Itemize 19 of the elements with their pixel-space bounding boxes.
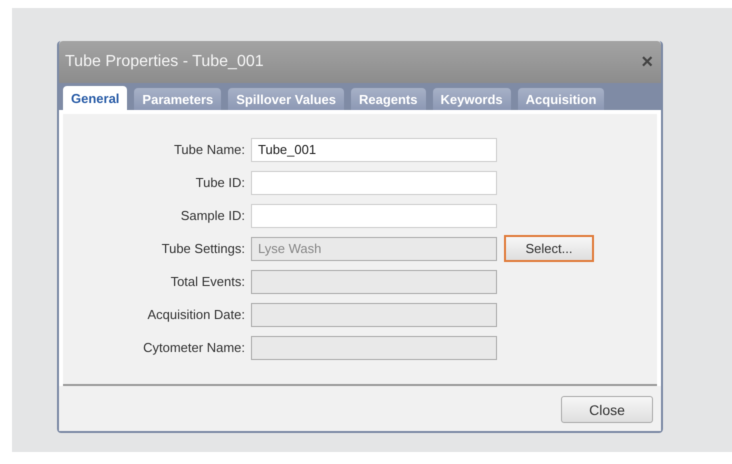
tab[interactable]: Keywords — [432, 88, 511, 110]
field-label: Cytometer Name: — [142, 340, 246, 355]
field-label: Tube Settings: — [160, 241, 246, 256]
window-title: Tube Properties - Tube_001 — [65, 53, 264, 71]
field-label: Tube Name: — [172, 142, 246, 157]
tab[interactable]: General — [63, 86, 128, 110]
tab[interactable]: Spillover Values — [228, 88, 344, 110]
tab[interactable]: Reagents — [350, 88, 426, 110]
close-dialog-button[interactable]: Close — [561, 396, 653, 423]
text-field[interactable] — [251, 204, 497, 228]
text-field[interactable] — [251, 170, 497, 194]
text-field[interactable]: Tube_001 — [251, 138, 497, 162]
tab[interactable]: Parameters — [134, 88, 222, 110]
field-label: Acquisition Date: — [146, 307, 246, 322]
close-button[interactable]: × — [641, 50, 653, 74]
field-label: Tube ID: — [194, 175, 246, 190]
field-label: Total Events: — [170, 274, 246, 289]
tab[interactable]: Acquisition — [518, 88, 604, 110]
field-label: Sample ID: — [180, 208, 246, 223]
